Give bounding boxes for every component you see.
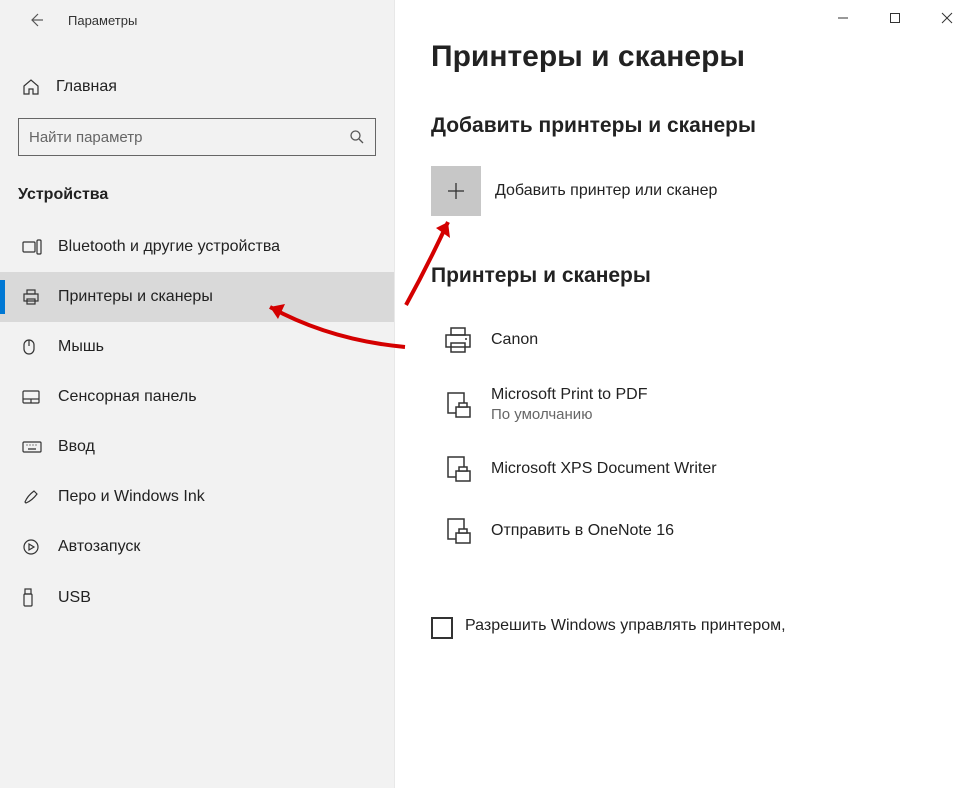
sidebar-item-label: Ввод bbox=[58, 438, 95, 456]
device-name: Отправить в OneNote 16 bbox=[491, 522, 674, 540]
device-item[interactable]: Canon bbox=[431, 316, 937, 378]
device-item[interactable]: Microsoft Print to PDF По умолчанию bbox=[431, 378, 937, 445]
sidebar-section-label: Устройства bbox=[0, 168, 394, 222]
touchpad-icon bbox=[22, 390, 44, 404]
close-icon bbox=[941, 12, 953, 24]
printer-icon bbox=[437, 324, 479, 356]
device-item[interactable]: Microsoft XPS Document Writer bbox=[431, 445, 937, 507]
device-name: Microsoft Print to PDF bbox=[491, 386, 647, 404]
list-section-heading: Принтеры и сканеры bbox=[431, 264, 937, 288]
search-input[interactable] bbox=[29, 129, 349, 146]
devices-icon bbox=[22, 239, 44, 255]
sidebar-item-label: Мышь bbox=[58, 338, 104, 356]
window-controls bbox=[817, 0, 973, 36]
sidebar-item-bluetooth[interactable]: Bluetooth и другие устройства bbox=[0, 222, 394, 272]
sidebar-item-pen[interactable]: Перо и Windows Ink bbox=[0, 472, 394, 522]
sidebar-item-mouse[interactable]: Мышь bbox=[0, 322, 394, 372]
sidebar-item-label: USB bbox=[58, 589, 91, 607]
add-section-heading: Добавить принтеры и сканеры bbox=[431, 114, 937, 138]
usb-icon bbox=[22, 588, 44, 608]
nav-home-label: Главная bbox=[56, 78, 117, 96]
minimize-button[interactable] bbox=[817, 0, 869, 36]
window-title: Параметры bbox=[68, 13, 137, 28]
checkbox[interactable] bbox=[431, 617, 453, 639]
device-item[interactable]: Отправить в OneNote 16 bbox=[431, 507, 937, 569]
search-icon bbox=[349, 129, 365, 145]
device-name: Microsoft XPS Document Writer bbox=[491, 460, 717, 478]
sidebar: Параметры Главная Устройства Bluetoo bbox=[0, 0, 395, 788]
sidebar-item-label: Перо и Windows Ink bbox=[58, 488, 205, 506]
sidebar-item-autoplay[interactable]: Автозапуск bbox=[0, 522, 394, 572]
minimize-icon bbox=[837, 12, 849, 24]
plus-icon bbox=[445, 180, 467, 202]
checkbox-row[interactable]: Разрешить Windows управлять принтером, bbox=[431, 615, 937, 639]
checkbox-label: Разрешить Windows управлять принтером, bbox=[465, 615, 786, 637]
sidebar-item-printers[interactable]: Принтеры и сканеры bbox=[0, 272, 394, 322]
back-button[interactable] bbox=[18, 2, 54, 38]
content-area: Принтеры и сканеры Добавить принтеры и с… bbox=[395, 0, 973, 788]
virtual-printer-icon bbox=[437, 389, 479, 421]
nav-home[interactable]: Главная bbox=[0, 68, 394, 106]
home-icon bbox=[22, 78, 44, 96]
add-button[interactable] bbox=[431, 166, 481, 216]
add-printer-row[interactable]: Добавить принтер или сканер bbox=[431, 166, 937, 216]
virtual-printer-icon bbox=[437, 453, 479, 485]
virtual-printer-icon bbox=[437, 515, 479, 547]
sidebar-item-label: Автозапуск bbox=[58, 538, 140, 556]
page-heading: Принтеры и сканеры bbox=[431, 40, 937, 74]
sidebar-item-label: Сенсорная панель bbox=[58, 388, 197, 406]
sidebar-item-typing[interactable]: Ввод bbox=[0, 422, 394, 472]
sidebar-item-label: Принтеры и сканеры bbox=[58, 288, 213, 306]
add-printer-label: Добавить принтер или сканер bbox=[495, 182, 717, 200]
maximize-button[interactable] bbox=[869, 0, 921, 36]
close-button[interactable] bbox=[921, 0, 973, 36]
autoplay-icon bbox=[22, 538, 44, 556]
pen-icon bbox=[22, 488, 44, 506]
sidebar-item-label: Bluetooth и другие устройства bbox=[58, 238, 280, 256]
printer-icon bbox=[22, 288, 44, 306]
titlebar: Параметры bbox=[0, 0, 394, 40]
sidebar-item-usb[interactable]: USB bbox=[0, 572, 394, 624]
search-box[interactable] bbox=[18, 118, 376, 156]
mouse-icon bbox=[22, 338, 44, 356]
maximize-icon bbox=[889, 12, 901, 24]
keyboard-icon bbox=[22, 441, 44, 453]
arrow-left-icon bbox=[27, 11, 45, 29]
device-name: Canon bbox=[491, 331, 538, 349]
sidebar-item-touchpad[interactable]: Сенсорная панель bbox=[0, 372, 394, 422]
device-subtitle: По умолчанию bbox=[491, 406, 647, 423]
